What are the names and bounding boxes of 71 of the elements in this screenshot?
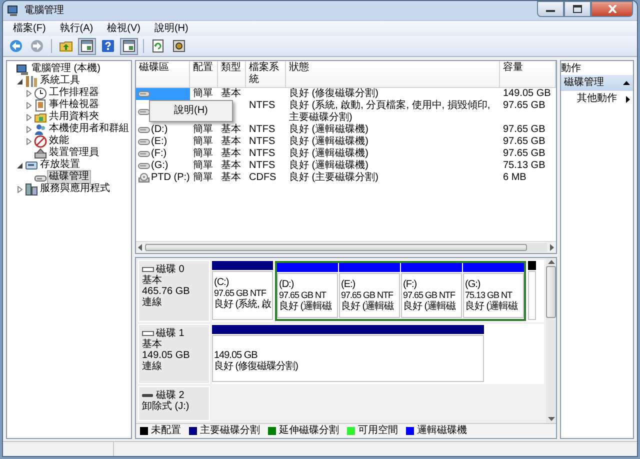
- disk-size: 465.76 GB: [142, 286, 191, 297]
- table-cell-text: NTFS: [248, 160, 276, 172]
- table-cell-text: NTFS: [248, 136, 276, 148]
- volume-name: (D:): [151, 124, 168, 136]
- partition-status: 良好 (邏輯磁: [403, 301, 457, 312]
- table-cell-text: 97.65 GB: [502, 136, 546, 148]
- table-cell-text: 良好 (邏輯磁碟機): [288, 124, 370, 136]
- actions-header: 動作: [561, 62, 582, 75]
- partition-letter: (D:): [279, 279, 295, 290]
- table-cell-text: 良好 (邏輯磁碟機): [288, 160, 370, 171]
- disk-status: 連線: [142, 361, 163, 372]
- disk-size: 149.05 GB: [142, 350, 191, 361]
- legend-label: 未配置: [151, 425, 181, 437]
- table-cell-text: 75.13 GB: [502, 160, 546, 172]
- legend-label: 邏輯磁碟機: [417, 425, 467, 437]
- table-cell-text: 良好 (邏輯磁碟機): [288, 148, 370, 160]
- table-cell-text: 6 MB: [502, 172, 528, 184]
- table-cell-text: 97.65 GB: [502, 100, 546, 113]
- table-cell-text: 良好 (系統, 啟動, 分頁檔案, 使用中, 損毀傾印, 主要磁碟分割): [288, 100, 492, 124]
- volume-name: PTD (P:): [151, 172, 190, 184]
- legend-label: 主要磁碟分割: [200, 425, 260, 437]
- table-cell-text: 基本: [220, 172, 242, 184]
- table-cell-text: 簡單: [192, 148, 214, 160]
- table-cell-text: 簡單: [192, 124, 214, 136]
- table-cell-text: 97.65 GB: [502, 148, 546, 160]
- partition-status: 良好 (邏輯磁: [465, 301, 519, 312]
- table-cell-text: 良好 (邏輯磁碟機): [288, 136, 370, 148]
- table-cell-text: 基本: [220, 148, 242, 160]
- disk-status: 連線: [142, 297, 163, 308]
- table-cell-text: 149.05 GB: [502, 88, 552, 100]
- volume-name: (E:): [151, 136, 168, 148]
- partition-letter: (E:): [341, 279, 356, 290]
- table-cell-text: 基本: [220, 88, 242, 100]
- table-cell-text: 基本: [220, 124, 242, 136]
- legend-label: 延伸磁碟分割: [279, 425, 339, 437]
- table-cell-text: 97.65 GB: [502, 124, 546, 136]
- partition-status: 良好 (邏輯磁: [279, 301, 333, 312]
- partition-status: 良好 (邏輯磁: [341, 301, 395, 312]
- table-cell-text: 基本: [220, 160, 242, 172]
- volume-name: (F:): [151, 148, 167, 160]
- volume-name: (G:): [151, 160, 168, 172]
- table-cell-text: NTFS: [248, 100, 276, 113]
- legend-label: 可用空間: [358, 425, 398, 437]
- partition-size: 97.65 GB NTF: [341, 290, 394, 300]
- disk-type: 基本: [142, 275, 163, 286]
- table-cell-text: 簡單: [192, 160, 214, 172]
- table-cell-text: 基本: [220, 136, 242, 148]
- disk-name: 磁碟 2: [156, 390, 184, 402]
- disk-type: 卸除式 (J:): [142, 401, 190, 412]
- table-cell-text: CDFS: [248, 172, 278, 184]
- partition-size: 149.05 GB: [214, 350, 258, 361]
- partition-letter: (C:): [214, 277, 230, 288]
- partition-size: 97.65 GB NT: [279, 290, 328, 300]
- disk-name: 磁碟 1: [156, 328, 184, 339]
- partition-size: 75.13 GB NT: [465, 290, 514, 300]
- table-cell-text: NTFS: [248, 124, 276, 136]
- partition-letter: (F:): [403, 279, 418, 290]
- partition-size: 97.65 GB NTF: [214, 288, 268, 298]
- partition-status: 良好 (修復磁碟分割): [214, 361, 299, 372]
- table-cell-text: NTFS: [248, 148, 276, 160]
- table-cell-text: 簡單: [192, 88, 214, 100]
- table-cell-text: 簡單: [192, 172, 214, 184]
- window-title: 電腦管理: [24, 4, 64, 16]
- disk-name: 磁碟 0: [156, 264, 184, 275]
- partition-letter: (G:): [465, 279, 482, 290]
- disk-type: 基本: [142, 339, 163, 350]
- section-title: 磁碟管理: [564, 77, 604, 89]
- table-cell-text: 簡單: [192, 136, 214, 148]
- partition-status: 良好 (系統, 啟: [214, 299, 271, 310]
- table-cell-text: 良好 (主要磁碟分割): [288, 172, 380, 184]
- partition-size: 97.65 GB NTF: [403, 290, 456, 300]
